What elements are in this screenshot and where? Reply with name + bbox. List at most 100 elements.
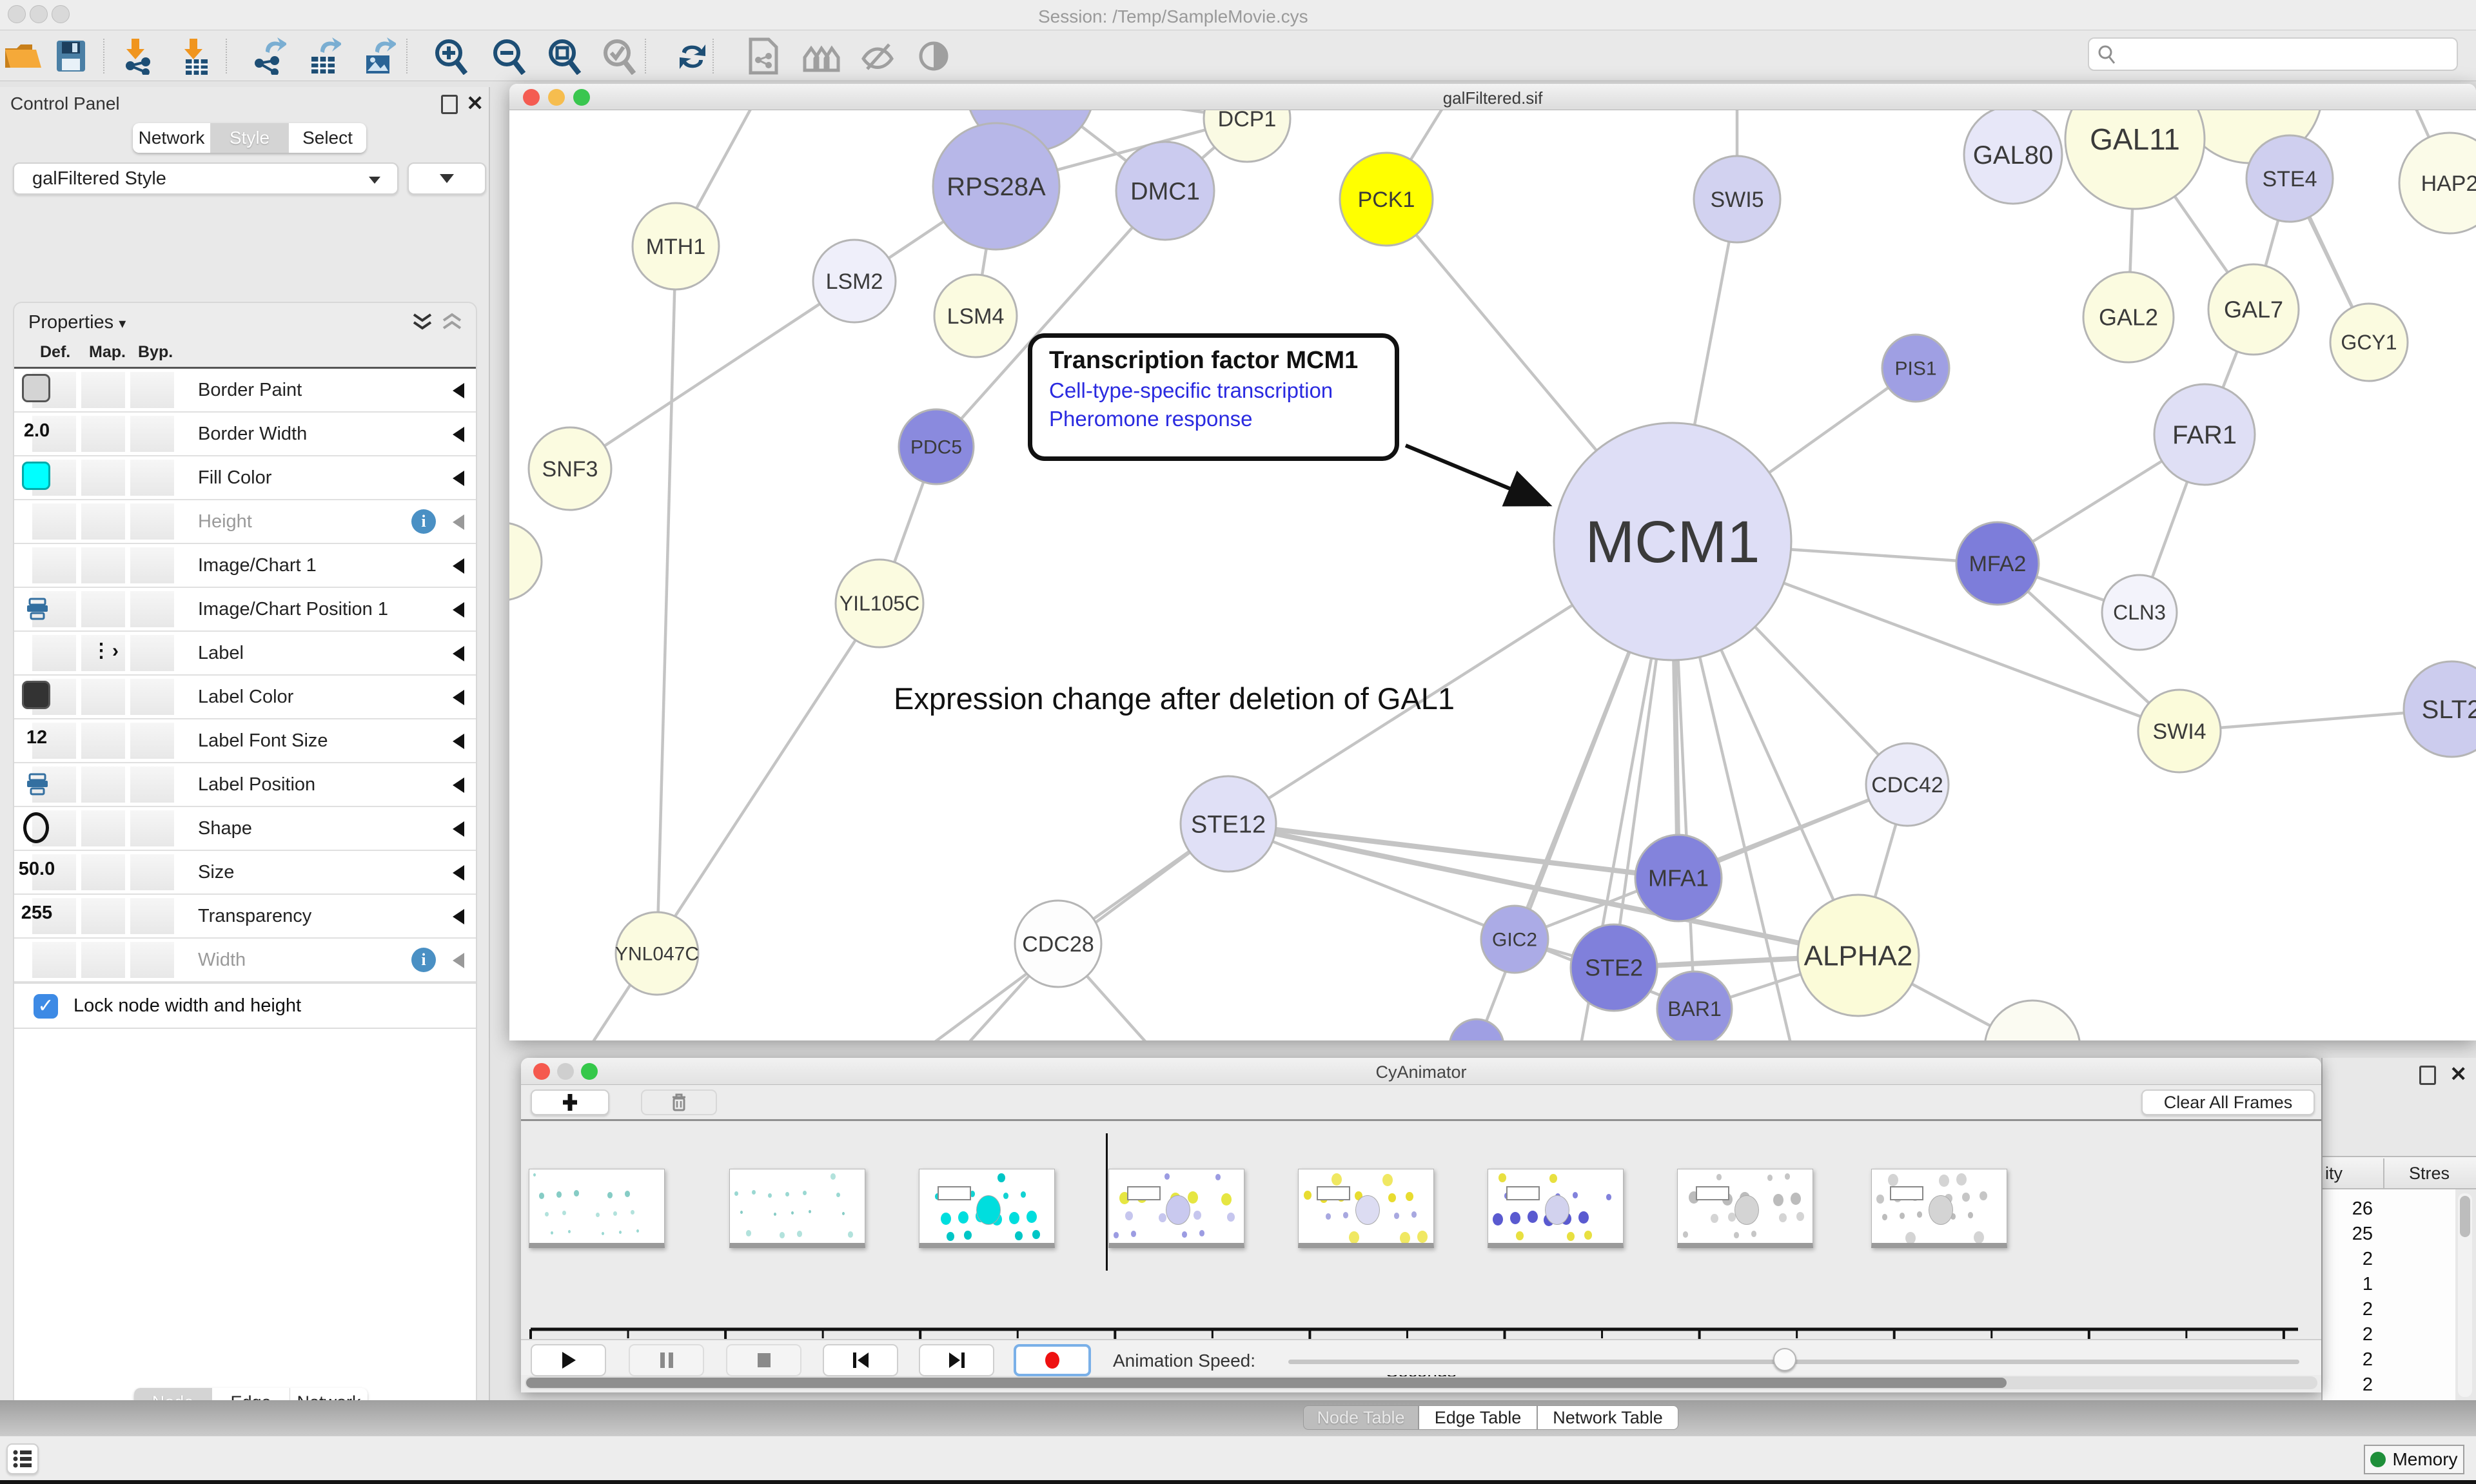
tab-select[interactable]: Select bbox=[289, 123, 366, 153]
property-row-shape[interactable]: Shape bbox=[14, 807, 476, 851]
network-canvas[interactable]: RPS28ADMC1DCP1PCK1SWI5GAL80GAL11STE4HAP2… bbox=[509, 110, 2476, 1040]
tab-network-table[interactable]: Network Table bbox=[1537, 1405, 1678, 1430]
table-values[interactable]: 26 25 2 1 2 2 2 2 bbox=[2323, 1189, 2455, 1400]
table-close-icon[interactable]: ✕ bbox=[2450, 1064, 2467, 1084]
property-row-width[interactable]: Widthi bbox=[14, 939, 476, 982]
property-row-height[interactable]: Heighti bbox=[14, 500, 476, 544]
property-row-border-width[interactable]: 2.0Border Width bbox=[14, 413, 476, 456]
search-input[interactable] bbox=[2088, 37, 2458, 71]
frame-thumbnail-6[interactable] bbox=[1488, 1169, 1624, 1248]
skip-to-start-button[interactable] bbox=[823, 1344, 898, 1376]
timeline[interactable]: 0123456789 Seconds bbox=[521, 1121, 2321, 1336]
app-zoom-button[interactable] bbox=[52, 5, 70, 23]
export-image-icon[interactable] bbox=[355, 36, 401, 76]
table-column-headers[interactable]: ity Stres bbox=[2323, 1156, 2476, 1189]
speed-slider-thumb[interactable] bbox=[1773, 1348, 1796, 1371]
table-cell[interactable]: 2 bbox=[2363, 1299, 2373, 1320]
refresh-layout-icon[interactable] bbox=[669, 36, 716, 76]
add-frame-button[interactable] bbox=[531, 1089, 609, 1115]
timeline-playhead[interactable] bbox=[1106, 1133, 1108, 1271]
network-edge[interactable] bbox=[570, 281, 854, 469]
app-close-button[interactable] bbox=[8, 5, 26, 23]
property-row-image-chart-position-1[interactable]: Image/Chart Position 1 bbox=[14, 588, 476, 632]
network-snapshot-icon[interactable] bbox=[740, 36, 787, 76]
property-row-size[interactable]: 50.0Size bbox=[14, 851, 476, 895]
property-row-label-position[interactable]: Label Position bbox=[14, 763, 476, 807]
table-cell[interactable]: 2 bbox=[2363, 1324, 2373, 1345]
skip-to-end-button[interactable] bbox=[919, 1344, 994, 1376]
table-cell[interactable]: 2 bbox=[2363, 1349, 2373, 1371]
node-TUP1[interactable] bbox=[1985, 1001, 2080, 1040]
zoom-selected-icon[interactable] bbox=[596, 36, 643, 76]
node-label-GAL2: GAL2 bbox=[2099, 304, 2158, 331]
property-row-transparency[interactable]: 255Transparency bbox=[14, 895, 476, 939]
property-row-label-color[interactable]: Label Color bbox=[14, 676, 476, 719]
delete-frame-button[interactable] bbox=[641, 1089, 717, 1115]
lock-checkbox[interactable]: ✓ bbox=[34, 994, 58, 1019]
tab-node-table[interactable]: Node Table bbox=[1303, 1405, 1419, 1430]
table-float-icon[interactable] bbox=[2419, 1066, 2436, 1085]
import-table-icon[interactable] bbox=[173, 36, 219, 76]
frame-thumbnail-5[interactable] bbox=[1298, 1169, 1434, 1248]
node-label-SLT2: SLT2 bbox=[2422, 696, 2476, 724]
style-options-button[interactable] bbox=[408, 162, 486, 195]
show-all-icon[interactable] bbox=[910, 36, 957, 76]
properties-header[interactable]: Properties bbox=[28, 312, 113, 333]
expand-all-icon[interactable] bbox=[411, 312, 433, 333]
play-icon bbox=[560, 1351, 577, 1370]
node-cut-left[interactable] bbox=[509, 523, 542, 600]
table-scrollbar[interactable] bbox=[2458, 1193, 2472, 1397]
memory-button[interactable]: Memory bbox=[2364, 1445, 2464, 1474]
tab-edge-table[interactable]: Edge Table bbox=[1419, 1405, 1537, 1430]
zoom-in-icon[interactable] bbox=[428, 36, 475, 76]
node-label-GIC2: GIC2 bbox=[1492, 930, 1537, 951]
annotation-box[interactable]: Transcription factor MCM1 Cell-type-spec… bbox=[1028, 333, 1399, 461]
export-table-icon[interactable] bbox=[300, 36, 346, 76]
clear-all-frames-button[interactable]: Clear All Frames bbox=[2141, 1089, 2315, 1115]
timeline-hscrollbar[interactable] bbox=[525, 1376, 2317, 1389]
cyanimator-titlebar[interactable]: CyAnimator bbox=[521, 1058, 2321, 1085]
pause-button[interactable] bbox=[629, 1344, 704, 1376]
stop-button[interactable] bbox=[726, 1344, 801, 1376]
first-neighbors-icon[interactable] bbox=[798, 36, 845, 76]
property-row-fill-color[interactable]: Fill Color bbox=[14, 456, 476, 500]
style-selector[interactable]: galFiltered Style bbox=[13, 162, 398, 195]
cytoscape-app: Session: /Temp/SampleMovie.cys bbox=[0, 0, 2476, 1484]
table-cell[interactable]: 26 bbox=[2352, 1198, 2373, 1220]
network-edge[interactable] bbox=[657, 246, 676, 953]
lock-node-size-row[interactable]: ✓Lock node width and height bbox=[14, 982, 476, 1029]
frame-thumbnail-8[interactable] bbox=[1871, 1169, 2007, 1248]
property-row-label[interactable]: ⋮›Label bbox=[14, 632, 476, 676]
panel-close-icon[interactable]: ✕ bbox=[466, 93, 484, 113]
frame-thumbnail-1[interactable] bbox=[529, 1169, 665, 1248]
frame-thumbnail-3[interactable] bbox=[919, 1169, 1055, 1248]
property-row-border-paint[interactable]: Border Paint bbox=[14, 369, 476, 413]
hide-selected-icon[interactable] bbox=[854, 36, 901, 76]
open-session-icon[interactable] bbox=[0, 36, 46, 76]
play-button[interactable] bbox=[531, 1344, 606, 1376]
tab-style[interactable]: Style bbox=[211, 123, 289, 153]
frame-thumbnail-7[interactable] bbox=[1677, 1169, 1813, 1248]
collapse-all-icon[interactable] bbox=[441, 312, 463, 333]
expand-row-icon bbox=[453, 471, 464, 486]
property-row-label-font-size[interactable]: 12Label Font Size bbox=[14, 719, 476, 763]
frame-thumbnail-4[interactable] bbox=[1108, 1169, 1244, 1248]
table-cell[interactable]: 1 bbox=[2363, 1274, 2373, 1295]
record-button[interactable] bbox=[1014, 1344, 1091, 1376]
save-session-icon[interactable] bbox=[48, 36, 94, 76]
export-network-icon[interactable] bbox=[245, 36, 291, 76]
import-network-icon[interactable] bbox=[115, 36, 161, 76]
network-window-titlebar[interactable]: galFiltered.sif bbox=[509, 84, 2476, 110]
zoom-fit-icon[interactable] bbox=[542, 36, 588, 76]
app-minimize-button[interactable] bbox=[30, 5, 48, 23]
property-row-image-chart-1[interactable]: Image/Chart 1 bbox=[14, 544, 476, 588]
node-cut-bottom[interactable] bbox=[1449, 1019, 1504, 1040]
panel-float-icon[interactable] bbox=[441, 95, 458, 114]
frame-thumbnail-2[interactable] bbox=[729, 1169, 865, 1248]
show-panels-button[interactable] bbox=[6, 1443, 39, 1474]
zoom-out-icon[interactable] bbox=[486, 36, 533, 76]
table-cell[interactable]: 2 bbox=[2363, 1374, 2373, 1396]
tab-network[interactable]: Network bbox=[133, 123, 211, 153]
table-cell[interactable]: 25 bbox=[2352, 1224, 2373, 1245]
table-cell[interactable]: 2 bbox=[2363, 1249, 2373, 1270]
